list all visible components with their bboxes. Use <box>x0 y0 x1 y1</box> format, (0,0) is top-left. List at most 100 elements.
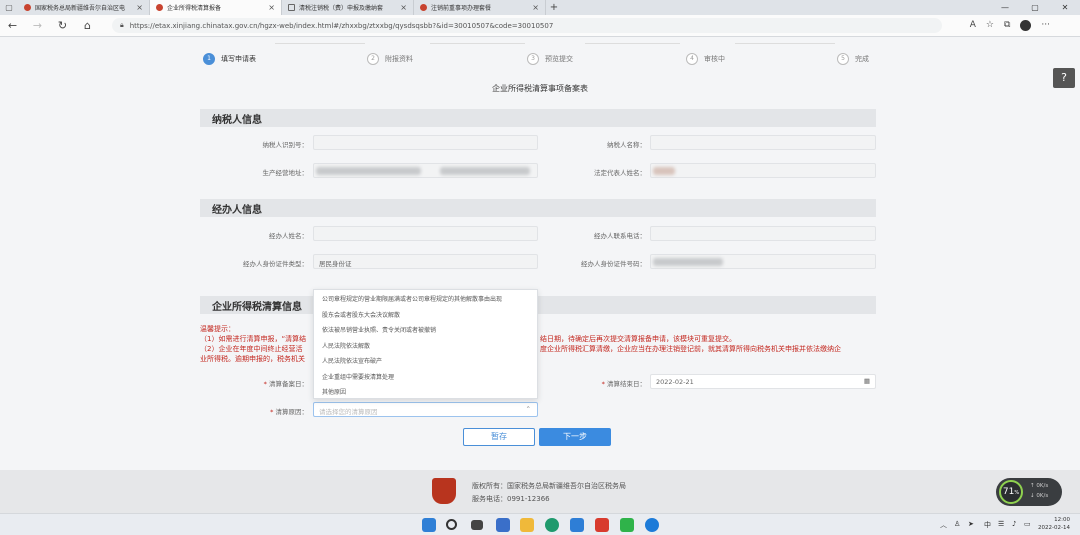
tray-app-icon[interactable]: ♙ <box>954 520 960 528</box>
taxpayer-name-label: 纳税人名称： <box>607 141 646 149</box>
ime-indicator[interactable]: 中 <box>984 520 991 530</box>
calendar-icon[interactable]: ▦ <box>864 377 870 385</box>
task-view-icon[interactable] <box>471 520 483 530</box>
site-favicon-icon <box>420 4 427 11</box>
agent-name-field[interactable] <box>313 226 538 241</box>
windows-taskbar: ︿ ♙ ➤ 中 ☰ ♪ ▭ 12:00 2022-02-14 <box>0 513 1080 535</box>
system-clock[interactable]: 12:00 2022-02-14 <box>1036 516 1070 532</box>
tax-bureau-logo <box>432 478 456 504</box>
dropdown-option[interactable]: 其他原因 <box>314 383 537 399</box>
step-complete: 5 完成 <box>837 53 869 65</box>
page-footer: 版权所有：国家税务总局新疆维吾尔自治区税务局 服务电话：0991-12366 <box>0 470 1080 513</box>
network-monitor-widget[interactable]: 71% ↑ 0K/s ↓ 0K/s <box>996 478 1062 506</box>
browser-tab[interactable]: 注销前重事项办理套餐 × <box>414 0 546 15</box>
widgets-icon[interactable] <box>496 518 510 532</box>
address-label: 生产经营地址： <box>262 169 309 177</box>
copyright-text: 版权所有：国家税务总局新疆维吾尔自治区税务局 <box>472 482 626 490</box>
dropdown-option[interactable]: 依法被吊销营业执照、责令关闭或者被撤销 <box>314 321 537 337</box>
legal-rep-field[interactable] <box>650 163 876 178</box>
forward-icon[interactable]: → <box>25 19 50 32</box>
new-tab-button[interactable]: + <box>546 2 562 13</box>
close-tab-icon[interactable]: × <box>400 3 407 12</box>
next-step-button[interactable]: 下一步 <box>539 428 611 446</box>
redacted-value <box>653 258 723 266</box>
wps-icon[interactable] <box>595 518 609 532</box>
dropdown-option[interactable]: 公司章程规定的营业期限届满或者公司章程规定的其他解散事由出现 <box>314 290 537 306</box>
cpu-usage-gauge: 71% <box>999 480 1023 504</box>
chevron-up-icon: ⌃ <box>525 405 531 413</box>
save-draft-button[interactable]: 暂存 <box>463 428 535 446</box>
battery-icon[interactable]: ▭ <box>1024 520 1031 528</box>
upload-speed: ↑ 0K/s <box>1030 483 1049 489</box>
step-fill-form: 1 填写申请表 <box>203 53 256 65</box>
warning-title: 温馨提示： <box>200 325 235 333</box>
browser-tab-active[interactable]: 企业所得税清算报备 × <box>150 0 282 15</box>
favorite-icon[interactable]: ☆ <box>986 20 994 31</box>
document-icon <box>288 4 295 11</box>
agent-id-type-field[interactable]: 居民身份证 <box>313 254 538 269</box>
app-icon[interactable] <box>570 518 584 532</box>
agent-id-type-label: 经办人身份证件类型： <box>243 260 308 268</box>
taxpayer-name-field[interactable] <box>650 135 876 150</box>
reason-select[interactable]: 请选择您的清算原因 ⌃ <box>313 402 538 417</box>
form-title: 企业所得税清算事项备案表 <box>492 84 588 93</box>
more-icon[interactable]: ··· <box>1041 20 1050 31</box>
agent-phone-field[interactable] <box>650 226 876 241</box>
warning-line-1b: 结日期，待确定后再次提交清算报备申请，该模块可重复提交。 <box>540 335 736 343</box>
back-icon[interactable]: ← <box>0 19 25 32</box>
dropdown-option[interactable]: 人民法院依法解散 <box>314 337 537 353</box>
refresh-icon[interactable]: ↻ <box>50 19 75 32</box>
wechat-icon[interactable] <box>620 518 634 532</box>
close-tab-icon[interactable]: × <box>136 3 143 12</box>
dropdown-option[interactable]: 股东会或者股东大会决议解散 <box>314 306 537 322</box>
warning-line-3a: 业所得税。逾期申报的，税务机关 <box>200 355 305 363</box>
end-date-field[interactable]: 2022-02-21 ▦ <box>650 374 876 389</box>
legal-rep-label: 法定代表人姓名： <box>594 169 646 177</box>
section-taxpayer: 纳税人信息 <box>200 109 876 127</box>
tray-chevron-icon[interactable]: ︿ <box>940 520 947 530</box>
start-icon[interactable] <box>422 518 436 532</box>
close-tab-icon[interactable]: × <box>268 3 275 12</box>
profile-avatar[interactable] <box>1020 20 1032 31</box>
maximize-button[interactable]: ▢ <box>1020 3 1050 12</box>
taxpayer-id-label: 纳税人识别号： <box>262 141 309 149</box>
minimize-button[interactable]: — <box>990 3 1020 12</box>
read-aloud-icon[interactable]: A <box>970 20 976 31</box>
warning-line-2b: 度企业所得税汇算清缴，企业应当在办理注销登记前，就其清算所得向税务机关申报并依法… <box>540 345 841 353</box>
app-icon[interactable] <box>645 518 659 532</box>
dropdown-option[interactable]: 人民法院依法宣布破产 <box>314 352 537 368</box>
warning-line-2a: （2）企业在年度中间终止经营活 <box>200 345 303 353</box>
end-date-label: * 清算结束日： <box>601 380 646 388</box>
section-agent: 经办人信息 <box>200 199 876 217</box>
search-icon[interactable] <box>446 519 457 530</box>
start-date-label: * 清算备案日： <box>263 380 308 388</box>
edge-icon[interactable] <box>545 518 559 532</box>
close-tab-icon[interactable]: × <box>532 3 539 12</box>
redacted-value <box>653 167 675 175</box>
wifi-icon[interactable]: ☰ <box>998 520 1004 528</box>
site-favicon-icon <box>24 4 31 11</box>
tray-send-icon[interactable]: ➤ <box>968 520 974 528</box>
section-liquidation: 企业所得税清算信息 <box>200 296 876 314</box>
lock-icon: 🔒︎ <box>120 21 124 29</box>
agent-phone-label: 经办人联系电话： <box>594 232 646 240</box>
url-field[interactable]: 🔒︎ https://etax.xinjiang.chinatax.gov.cn/… <box>112 18 942 33</box>
step-preview: 3 预览提交 <box>527 53 573 65</box>
service-phone-text: 服务电话：0991-12366 <box>472 495 550 503</box>
collections-icon[interactable]: ⧉ <box>1004 20 1010 31</box>
close-window-button[interactable]: ✕ <box>1050 3 1080 12</box>
taxpayer-id-field[interactable] <box>313 135 538 150</box>
reason-dropdown: 公司章程规定的营业期限届满或者公司章程规定的其他解散事由出现 股东会或者股东大会… <box>313 289 538 399</box>
site-favicon-icon <box>156 4 163 11</box>
browser-tab-bar: ▢ 国家税务总局新疆维吾尔自治区电 × 企业所得税清算报备 × 清税注销税（费）申报… <box>0 0 1080 15</box>
file-explorer-icon[interactable] <box>520 518 534 532</box>
step-review: 4 审核中 <box>686 53 725 65</box>
dropdown-option[interactable]: 企业重组中需要按清算处理 <box>314 368 537 384</box>
agent-id-no-label: 经办人身份证件号码： <box>581 260 646 268</box>
browser-tab[interactable]: 清税注销税（费）申报及缴纳套 × <box>282 0 414 15</box>
home-icon[interactable]: ⌂ <box>75 19 100 32</box>
volume-icon[interactable]: ♪ <box>1012 520 1016 528</box>
help-icon[interactable]: ? <box>1053 68 1075 88</box>
browser-tab[interactable]: 国家税务总局新疆维吾尔自治区电 × <box>18 0 150 15</box>
tab-actions-icon[interactable]: ▢ <box>0 3 18 12</box>
